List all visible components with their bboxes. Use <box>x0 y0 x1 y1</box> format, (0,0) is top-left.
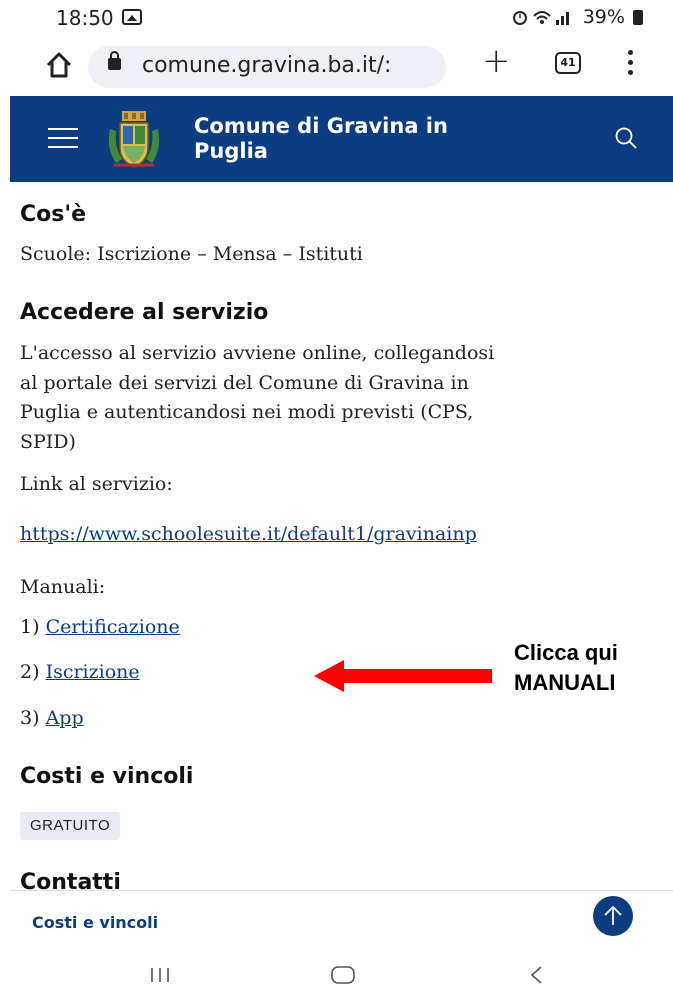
battery-percent: 39% <box>582 6 625 28</box>
search-icon[interactable] <box>614 126 638 150</box>
paragraph-line: Puglia e autenticandosi nei modi previst… <box>20 401 474 423</box>
browser-toolbar: comune.gravina.ba.it/: + 41 <box>0 36 673 96</box>
annotation-arrow <box>314 660 492 692</box>
lock-icon <box>108 51 121 70</box>
cos-e-text: Scuole: Iscrizione – Mensa – Istituti <box>20 243 363 265</box>
back-icon[interactable] <box>528 965 544 985</box>
manual-item: 2) Iscrizione <box>20 661 140 683</box>
manual-number: 2) <box>20 661 40 683</box>
status-bar: 18:50 39% <box>0 0 673 36</box>
sticky-nav-label: Costi e vincoli <box>32 913 159 932</box>
more-icon[interactable] <box>628 50 634 78</box>
service-link[interactable]: https://www.schoolesuite.it/default1/gra… <box>20 523 477 545</box>
manual-item: 1) Certificazione <box>20 616 180 638</box>
status-icons <box>513 11 569 25</box>
url-bar[interactable]: comune.gravina.ba.it/: <box>88 46 446 88</box>
home-icon[interactable] <box>44 50 74 80</box>
heading-cos-e: Cos'è <box>20 202 87 227</box>
url-text: comune.gravina.ba.it/: <box>142 53 392 78</box>
status-time: 18:50 <box>56 6 114 30</box>
site-title[interactable]: Comune di Gravina in Puglia <box>194 114 524 164</box>
status-badge: GRATUITO <box>20 812 121 840</box>
sticky-section-nav[interactable]: Costi e vincoli <box>10 890 673 955</box>
site-header: Comune di Gravina in Puglia <box>10 96 673 182</box>
manual-number: 3) <box>20 707 40 729</box>
manual-link-certificazione[interactable]: Certificazione <box>46 616 180 638</box>
battery-indicator: 39% <box>583 6 643 28</box>
manual-number: 1) <box>20 616 40 638</box>
paragraph-line: L'accesso al servizio avviene online, co… <box>20 342 495 364</box>
recents-icon[interactable] <box>148 967 172 983</box>
heading-contatti-clip: Contatti <box>20 870 660 890</box>
annotation-line2: MANUALI <box>514 670 616 695</box>
manual-link-iscrizione[interactable]: Iscrizione <box>46 661 140 683</box>
paragraph-line: SPID) <box>20 430 76 453</box>
site-title-line1: Comune di Gravina in <box>194 114 448 138</box>
site-title-line2: Puglia <box>194 139 268 163</box>
paragraph-line: al portale dei servizi del Comune di Gra… <box>20 371 469 394</box>
plus-icon[interactable]: + <box>482 44 511 78</box>
heading-costi: Costi e vincoli <box>20 764 194 789</box>
tabs-icon[interactable]: 41 <box>555 52 581 74</box>
accedere-paragraph: L'accesso al servizio avviene online, co… <box>20 339 494 457</box>
home-nav-icon[interactable] <box>330 965 356 985</box>
annotation-line1: Clicca qui <box>514 640 618 665</box>
heading-contatti: Contatti <box>20 870 121 890</box>
arrow-up-icon[interactable] <box>593 896 633 936</box>
coat-of-arms-logo[interactable] <box>104 109 164 171</box>
manuals-label: Manuali: <box>20 576 106 598</box>
annotation-text: Clicca qui MANUALI <box>514 638 618 698</box>
link-label: Link al servizio: <box>20 473 173 495</box>
heading-accedere: Accedere al servizio <box>20 300 269 325</box>
system-nav-bar <box>0 955 673 995</box>
manual-link-app[interactable]: App <box>46 707 84 729</box>
battery-icon <box>633 10 643 25</box>
manual-item: 3) App <box>20 707 84 729</box>
gallery-notification-icon <box>122 9 142 25</box>
hamburger-icon[interactable] <box>48 128 78 150</box>
